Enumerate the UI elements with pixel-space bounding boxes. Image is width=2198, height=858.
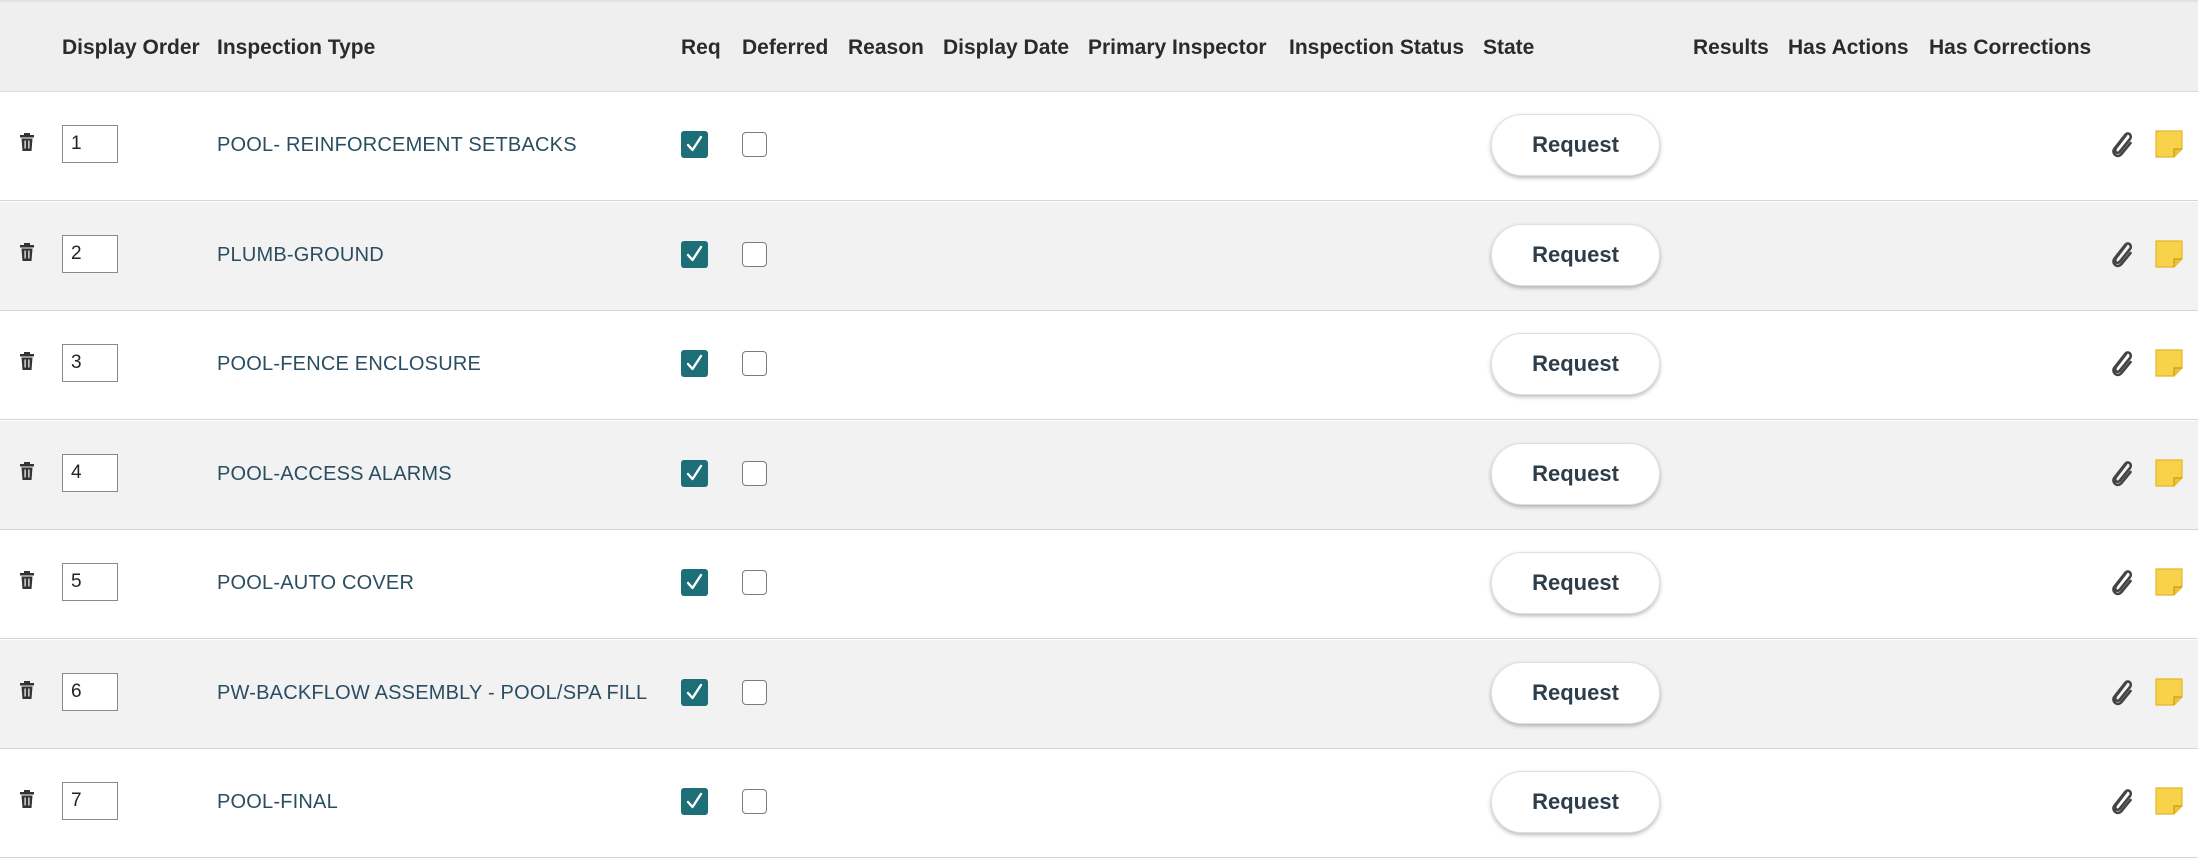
inspection-type[interactable]: PW-BACKFLOW ASSEMBLY - POOL/SPA FILL <box>217 682 647 705</box>
display-order-input[interactable] <box>62 672 118 711</box>
trash-icon[interactable] <box>19 133 35 151</box>
table-row: POOL-FENCE ENCLOSURE Request <box>0 311 2198 420</box>
table-row: PLUMB-GROUND Request <box>0 201 2198 311</box>
deferred-checkbox[interactable] <box>742 132 767 157</box>
table-row: POOL-FINAL Request <box>0 749 2198 858</box>
trash-icon[interactable] <box>19 790 35 808</box>
paperclip-icon[interactable] <box>2109 677 2135 707</box>
req-checkbox[interactable] <box>681 240 708 268</box>
req-checkbox[interactable] <box>681 459 708 487</box>
display-order-input[interactable] <box>62 563 118 601</box>
deferred-checkbox[interactable] <box>742 570 767 595</box>
inspection-type[interactable]: POOL-FENCE ENCLOSURE <box>217 353 481 376</box>
inspection-type[interactable]: POOL-FINAL <box>217 791 338 814</box>
col-inspection-type[interactable]: Inspection Type <box>217 36 375 60</box>
deferred-checkbox[interactable] <box>742 460 767 486</box>
sticky-note-icon[interactable] <box>2155 568 2183 596</box>
request-button[interactable]: Request <box>1491 114 1660 176</box>
col-display-date[interactable]: Display Date <box>943 36 1069 60</box>
paperclip-icon[interactable] <box>2109 348 2135 378</box>
col-req[interactable]: Req <box>681 36 721 60</box>
col-deferred[interactable]: Deferred <box>742 36 828 60</box>
paperclip-icon[interactable] <box>2109 786 2135 816</box>
sticky-note-icon[interactable] <box>2155 787 2183 815</box>
paperclip-icon[interactable] <box>2109 129 2135 159</box>
trash-icon[interactable] <box>19 242 35 261</box>
col-has-corrections[interactable]: Has Corrections <box>1929 36 2091 60</box>
sticky-note-icon[interactable] <box>2155 458 2183 487</box>
table-row: POOL-ACCESS ALARMS Request <box>0 420 2198 530</box>
display-order-input[interactable] <box>62 782 118 820</box>
display-order-input[interactable] <box>62 125 118 163</box>
col-inspection-status[interactable]: Inspection Status <box>1289 36 1464 60</box>
request-button[interactable]: Request <box>1491 333 1660 395</box>
paperclip-icon[interactable] <box>2109 239 2135 269</box>
req-checkbox[interactable] <box>681 788 708 815</box>
checkmark-icon <box>686 245 703 261</box>
deferred-checkbox[interactable] <box>742 789 767 814</box>
col-primary-inspector[interactable]: Primary Inspector <box>1088 36 1267 60</box>
col-display-order[interactable]: Display Order <box>62 36 200 60</box>
checkmark-icon <box>686 792 703 809</box>
req-checkbox[interactable] <box>681 678 708 706</box>
inspection-type[interactable]: PLUMB-GROUND <box>217 244 384 267</box>
col-state[interactable]: State <box>1483 36 1534 60</box>
trash-icon[interactable] <box>19 571 35 589</box>
inspection-type[interactable]: POOL- REINFORCEMENT SETBACKS <box>217 134 577 157</box>
inspection-type[interactable]: POOL-ACCESS ALARMS <box>217 463 452 486</box>
trash-icon[interactable] <box>19 461 35 480</box>
request-button[interactable]: Request <box>1491 442 1660 505</box>
table-row: POOL- REINFORCEMENT SETBACKS Request <box>0 92 2198 201</box>
display-order-input[interactable] <box>62 234 118 273</box>
paperclip-icon[interactable] <box>2109 458 2135 488</box>
checkmark-icon <box>686 135 703 152</box>
sticky-note-icon[interactable] <box>2155 239 2183 268</box>
paperclip-icon[interactable] <box>2109 567 2135 597</box>
inspections-grid: Display Order Inspection Type Req Deferr… <box>0 0 2198 858</box>
request-button[interactable]: Request <box>1491 771 1660 833</box>
sticky-note-icon[interactable] <box>2155 130 2183 158</box>
req-checkbox[interactable] <box>681 131 708 158</box>
checkmark-icon <box>686 354 703 371</box>
checkmark-icon <box>686 573 703 590</box>
grid-header: Display Order Inspection Type Req Deferr… <box>0 0 2198 92</box>
col-results[interactable]: Results <box>1693 36 1769 60</box>
trash-icon[interactable] <box>19 352 35 370</box>
sticky-note-icon[interactable] <box>2155 349 2183 377</box>
checkmark-icon <box>686 464 703 480</box>
deferred-checkbox[interactable] <box>742 351 767 376</box>
trash-icon[interactable] <box>19 680 35 699</box>
checkmark-icon <box>686 683 703 699</box>
sticky-note-icon[interactable] <box>2155 677 2183 706</box>
display-order-input[interactable] <box>62 453 118 492</box>
col-has-actions[interactable]: Has Actions <box>1788 36 1909 60</box>
col-reason[interactable]: Reason <box>848 36 924 60</box>
req-checkbox[interactable] <box>681 350 708 377</box>
request-button[interactable]: Request <box>1491 552 1660 614</box>
deferred-checkbox[interactable] <box>742 241 767 267</box>
display-order-input[interactable] <box>62 344 118 382</box>
request-button[interactable]: Request <box>1491 661 1660 724</box>
table-row: POOL-AUTO COVER Request <box>0 530 2198 639</box>
deferred-checkbox[interactable] <box>742 679 767 705</box>
request-button[interactable]: Request <box>1491 223 1660 286</box>
inspection-type[interactable]: POOL-AUTO COVER <box>217 572 414 595</box>
table-row: PW-BACKFLOW ASSEMBLY - POOL/SPA FILL Req… <box>0 639 2198 749</box>
req-checkbox[interactable] <box>681 569 708 596</box>
